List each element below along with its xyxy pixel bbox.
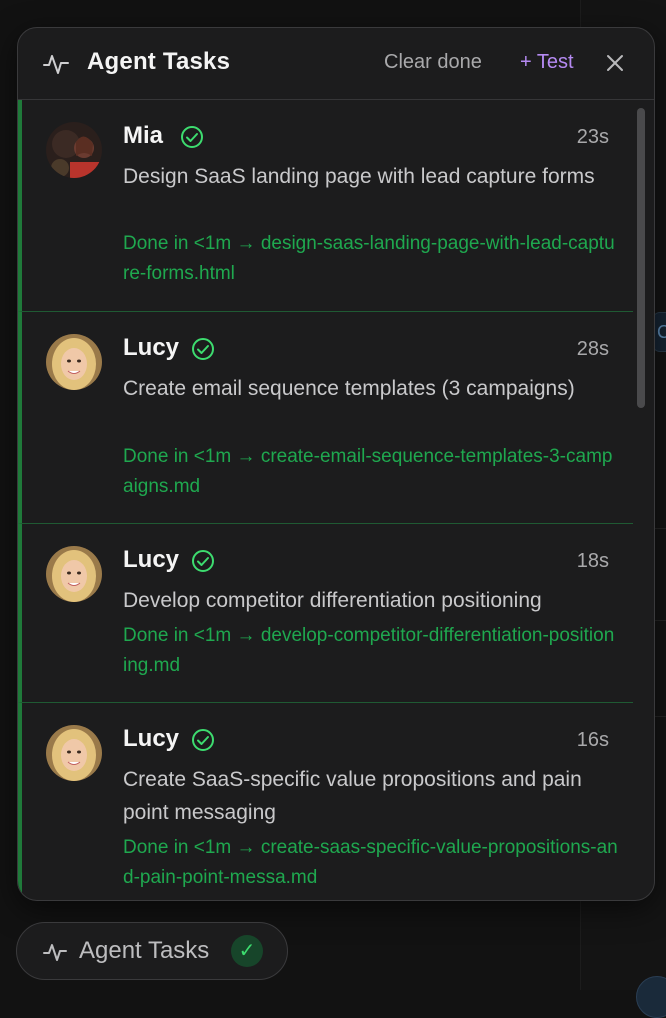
- task-item[interactable]: Lucy 28s Create email sequence templates…: [18, 312, 633, 524]
- task-description: Create email sequence templates (3 campa…: [123, 377, 575, 400]
- agent-name: Lucy: [123, 334, 180, 361]
- mia-avatar: [46, 122, 102, 178]
- check-circle-icon: [192, 338, 214, 360]
- agent-tasks-toggle-button[interactable]: Agent Tasks ✓: [16, 922, 288, 980]
- task-list: Mia 23s Design SaaS landing page with le…: [18, 100, 633, 900]
- task-item[interactable]: Mia 23s Design SaaS landing page with le…: [18, 100, 633, 312]
- check-circle-icon: [192, 729, 214, 751]
- clear-done-button[interactable]: Clear done: [384, 51, 482, 74]
- panel-title: Agent Tasks: [87, 48, 231, 75]
- check-circle-icon: [181, 126, 203, 148]
- task-description: Develop competitor differentiation posit…: [123, 589, 542, 612]
- agent-name: Lucy: [123, 725, 180, 752]
- elapsed-time: 16s: [576, 729, 609, 751]
- panel-header: Agent Tasks Clear done + Test: [18, 28, 654, 100]
- lucy-avatar: [46, 334, 102, 390]
- elapsed-time: 23s: [576, 126, 609, 148]
- agent-name: Lucy: [123, 546, 180, 573]
- task-description: Design SaaS landing page with lead captu…: [123, 165, 595, 188]
- lucy-avatar: [46, 546, 102, 602]
- elapsed-time: 18s: [576, 550, 609, 572]
- done-check-badge: ✓: [231, 935, 263, 967]
- agent-tasks-panel: Agent Tasks Clear done + Test Mia 23s De…: [17, 27, 655, 901]
- lucy-avatar: [46, 725, 102, 781]
- toggle-label: Agent Tasks: [79, 937, 210, 964]
- agent-name: Mia: [123, 122, 164, 149]
- check-circle-icon: [192, 550, 214, 572]
- task-result-link[interactable]: Done in <1m → create-saas-specific-value…: [123, 833, 618, 893]
- task-result-link[interactable]: Done in <1m → design-saas-landing-page-w…: [123, 229, 618, 289]
- task-description: Create SaaS-specific value propositions …: [123, 768, 582, 824]
- activity-icon: [43, 944, 67, 961]
- background-avatar: [636, 976, 666, 1018]
- elapsed-time: 28s: [576, 338, 609, 360]
- task-result-link[interactable]: Done in <1m → create-email-sequence-temp…: [123, 442, 618, 502]
- task-item[interactable]: Lucy 18s Develop competitor differentiat…: [18, 524, 633, 703]
- add-test-button[interactable]: + Test: [520, 51, 574, 74]
- task-item[interactable]: Lucy 16s Create SaaS-specific value prop…: [18, 703, 633, 900]
- activity-icon: [43, 55, 69, 74]
- close-icon[interactable]: [604, 52, 626, 74]
- scrollbar-thumb[interactable]: [637, 108, 645, 408]
- task-result-link[interactable]: Done in <1m → develop-competitor-differe…: [123, 621, 618, 681]
